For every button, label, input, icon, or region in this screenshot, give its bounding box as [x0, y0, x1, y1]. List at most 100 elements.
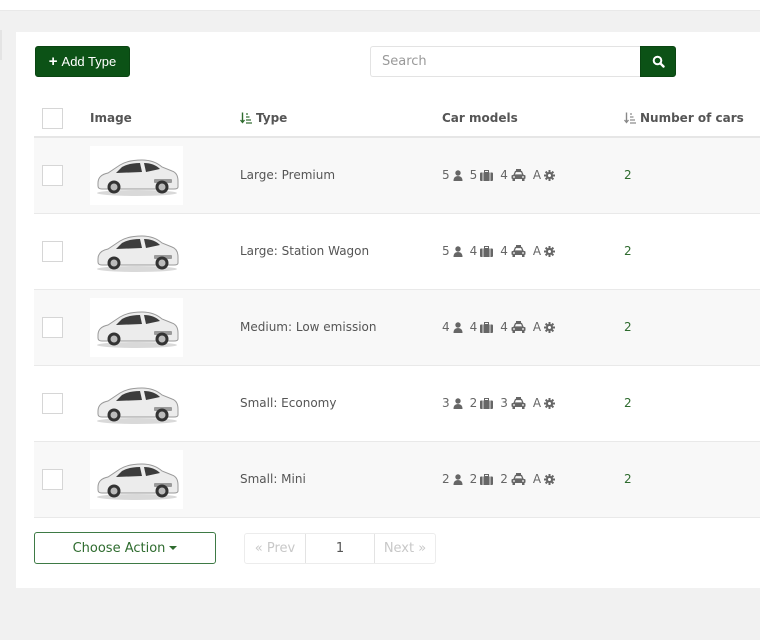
transmission-spec: A	[533, 320, 556, 334]
suitcase-icon	[480, 245, 494, 257]
table-row[interactable]: Small: Economy 3 2 3 A 2	[34, 365, 760, 441]
car-image	[90, 221, 183, 281]
transmission-spec: A	[533, 396, 556, 410]
doors-spec: 3	[500, 396, 526, 410]
add-type-label: Add Type	[61, 54, 117, 69]
table-row[interactable]: Small: Mini 2 2 2 A 2	[34, 441, 760, 517]
car-types-panel: + Add Type Image	[16, 32, 760, 588]
car-model-specs: 5 4 4 A	[442, 244, 624, 258]
gear-icon	[544, 245, 556, 257]
plus-icon: +	[48, 53, 58, 70]
suitcase-icon	[480, 397, 494, 409]
row-checkbox[interactable]	[42, 392, 63, 414]
search-input[interactable]	[370, 46, 640, 77]
top-bar	[0, 0, 760, 11]
car-image	[90, 449, 183, 509]
add-type-button[interactable]: + Add Type	[35, 46, 130, 77]
column-header-car-models: Car models	[442, 111, 518, 125]
search-icon	[652, 55, 665, 68]
car-type: Large: Premium	[240, 168, 336, 183]
transmission-spec: A	[533, 472, 556, 486]
taxi-icon	[511, 321, 526, 333]
row-checkbox[interactable]	[42, 240, 63, 262]
luggage-spec: 4	[470, 320, 494, 334]
car-image	[90, 373, 183, 433]
car-icon	[96, 463, 178, 500]
sort-amount-asc-icon	[624, 112, 636, 124]
car-image	[90, 145, 183, 205]
gear-icon	[544, 473, 556, 485]
luggage-spec: 2	[470, 396, 494, 410]
doors-spec: 2	[500, 472, 526, 486]
user-icon	[453, 321, 463, 333]
car-model-specs: 4 4 4 A	[442, 320, 624, 334]
number-of-cars: 2	[624, 472, 632, 486]
gear-icon	[544, 169, 556, 181]
car-icon	[96, 159, 178, 197]
caret-down-icon	[169, 546, 178, 550]
column-header-type[interactable]: Type	[240, 100, 442, 137]
column-header-number-of-cars-label: Number of cars	[640, 111, 744, 125]
car-model-specs: 2 2 2 A	[442, 472, 624, 486]
user-icon	[453, 170, 463, 181]
transmission-spec: A	[533, 168, 556, 182]
doors-spec: 4	[500, 168, 526, 182]
passengers-spec: 4	[442, 320, 463, 334]
taxi-icon	[511, 397, 526, 409]
doors-spec: 4	[500, 320, 526, 334]
column-header-number-of-cars[interactable]: Number of cars	[624, 100, 760, 137]
luggage-spec: 2	[470, 472, 494, 486]
search-button[interactable]	[640, 46, 676, 77]
car-type: Small: Mini	[240, 472, 306, 486]
suitcase-icon	[480, 473, 494, 485]
taxi-icon	[511, 245, 526, 257]
car-type: Medium: Low emission	[240, 320, 377, 334]
suitcase-icon	[480, 169, 494, 181]
sort-amount-asc-icon	[240, 112, 252, 124]
table-row[interactable]: Medium: Low emission 4 4 4 A 2	[34, 289, 760, 365]
doors-spec: 4	[500, 244, 526, 258]
select-all-checkbox[interactable]	[42, 107, 63, 129]
user-icon	[453, 397, 463, 409]
car-image	[90, 297, 183, 357]
choose-action-label: Choose Action	[72, 540, 166, 556]
car-icon	[96, 311, 178, 348]
row-checkbox[interactable]	[42, 468, 63, 490]
gear-icon	[544, 321, 556, 333]
suitcase-icon	[480, 321, 494, 333]
choose-action-dropdown[interactable]: Choose Action	[34, 532, 216, 564]
taxi-icon	[511, 169, 526, 182]
table-row[interactable]: Large: Premium 5 5 4 A 2	[34, 137, 760, 213]
car-icon	[96, 387, 178, 424]
column-header-type-label: Type	[256, 111, 288, 125]
passengers-spec: 5	[442, 244, 463, 258]
car-types-table: Image Type Car models Number of cars Lar…	[34, 100, 760, 518]
user-icon	[453, 245, 463, 257]
row-checkbox[interactable]	[42, 316, 63, 338]
pagination: « Prev 1 Next »	[244, 533, 436, 564]
number-of-cars: 2	[624, 320, 632, 334]
row-checkbox[interactable]	[42, 164, 63, 186]
table-row[interactable]: Large: Station Wagon 5 4 4 A 2	[34, 213, 760, 289]
car-model-specs: 3 2 3 A	[442, 396, 624, 410]
car-type: Large: Station Wagon	[240, 244, 370, 258]
gear-icon	[544, 397, 556, 409]
luggage-spec: 5	[470, 168, 494, 182]
passengers-spec: 2	[442, 472, 463, 486]
user-icon	[453, 473, 463, 485]
number-of-cars: 2	[624, 396, 632, 410]
current-page[interactable]: 1	[305, 534, 375, 563]
left-edge	[0, 30, 2, 60]
passengers-spec: 5	[442, 168, 463, 182]
search-bar	[370, 46, 676, 77]
luggage-spec: 4	[470, 244, 494, 258]
table-header-row: Image Type Car models Number of cars	[34, 100, 760, 137]
column-header-image: Image	[90, 111, 132, 125]
transmission-spec: A	[533, 244, 556, 258]
number-of-cars: 2	[624, 244, 632, 258]
number-of-cars: 2	[624, 168, 632, 183]
prev-page-button[interactable]: « Prev	[245, 534, 305, 563]
car-type: Small: Economy	[240, 396, 337, 410]
next-page-button[interactable]: Next »	[375, 534, 435, 563]
car-icon	[96, 235, 178, 272]
